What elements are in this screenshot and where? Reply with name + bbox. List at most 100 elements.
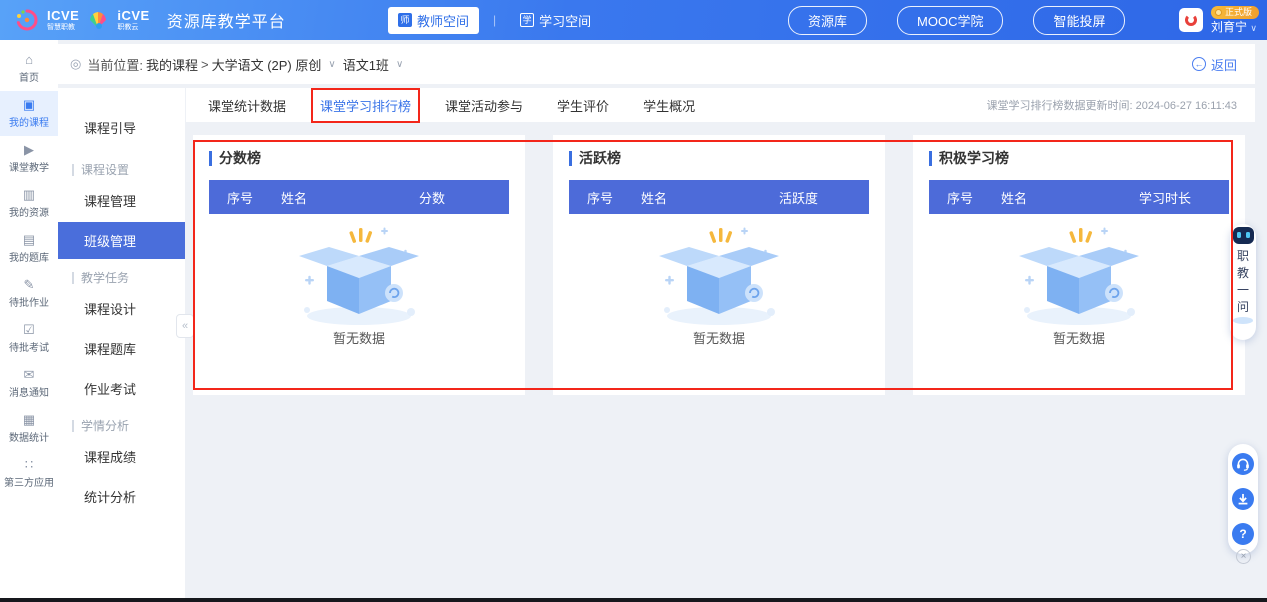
assistant-label: 职教一问 — [1236, 248, 1250, 316]
rail-label: 数据统计 — [9, 429, 49, 444]
space-nav: 师 教师空间 | 学 学习空间 — [388, 0, 601, 40]
avatar-logo-icon — [1185, 14, 1197, 26]
rail-item-notifications[interactable]: ✉ 消息通知 — [0, 361, 58, 406]
tab-classroom-statistics[interactable]: 课堂统计数据 — [208, 96, 286, 115]
user-name[interactable]: 刘育宁 ∨ — [1211, 20, 1257, 34]
breadcrumb-course[interactable]: 大学语文 (2P) 原创 — [212, 55, 322, 74]
tab-activity-participation[interactable]: 课堂活动参与 — [445, 96, 523, 115]
nav-learning-space[interactable]: 学 学习空间 — [510, 7, 601, 34]
rail-item-question-bank[interactable]: ▤ 我的题库 — [0, 226, 58, 271]
question-mark-icon: ? — [1239, 527, 1246, 541]
nav-teacher-space[interactable]: 师 教师空间 — [388, 7, 479, 34]
help-button[interactable]: ? — [1232, 523, 1254, 545]
edition-badge: 正式版 — [1211, 6, 1259, 19]
learning-time-ranking-card: 积极学习榜 序号 姓名 学习时长 — [913, 135, 1245, 395]
rail-item-classroom-teaching[interactable]: ▶ 课堂教学 — [0, 136, 58, 181]
breadcrumb-location-label: 当前位置: — [87, 55, 143, 74]
close-widgets-button[interactable]: × — [1236, 549, 1251, 564]
class-caret-icon[interactable]: ∨ — [396, 59, 403, 70]
breadcrumb-root[interactable]: 我的课程 — [146, 55, 198, 74]
teacher-space-icon: 师 — [398, 13, 412, 27]
download-button[interactable] — [1232, 488, 1254, 510]
user-info: 正式版 刘育宁 ∨ — [1211, 6, 1259, 34]
sidebar-item-course-grades[interactable]: 课程成绩 — [58, 438, 185, 475]
rail-label: 第三方应用 — [4, 474, 54, 489]
ranking-cards-row: 分数榜 序号 姓名 分数 — [186, 122, 1255, 395]
sidebar-item-statistical-analysis[interactable]: 统计分析 — [58, 478, 185, 515]
score-ranking-card: 分数榜 序号 姓名 分数 — [193, 135, 525, 395]
empty-box-icon — [293, 222, 425, 326]
section-bar-icon — [72, 164, 74, 176]
title-bar-icon — [569, 151, 572, 166]
sidebar-item-course-guide[interactable]: 课程引导 — [58, 108, 185, 151]
empty-box-icon — [1013, 222, 1145, 326]
sidebar-section-teaching-tasks: 教学任务 — [58, 269, 185, 286]
rail-label: 我的课程 — [9, 114, 49, 129]
tab-student-evaluation[interactable]: 学生评价 — [557, 96, 609, 115]
column-header-score: 分数 — [419, 188, 509, 207]
user-area[interactable]: 正式版 刘育宁 ∨ — [1179, 0, 1259, 40]
assistant-tab[interactable]: 职教一问 — [1230, 224, 1256, 340]
rail-item-statistics[interactable]: ▦ 数据统计 — [0, 406, 58, 451]
rail-item-pending-homework[interactable]: ✎ 待批作业 — [0, 271, 58, 316]
courses-icon: ▣ — [23, 98, 35, 111]
column-header-activity: 活跃度 — [779, 188, 869, 207]
utility-button-stack: ? — [1228, 444, 1258, 554]
course-caret-icon[interactable]: ∨ — [328, 59, 335, 70]
rail-item-pending-exams[interactable]: ☑ 待批考试 — [0, 316, 58, 361]
resources-icon: ▥ — [23, 188, 35, 201]
empty-state-text: 暂无数据 — [333, 328, 385, 347]
column-header-name: 姓名 — [641, 188, 779, 207]
question-bank-icon: ▤ — [23, 233, 35, 246]
top-header: ICVE 智慧职教 iCVE 职教云 资源库教学平台 师 教师空间 | 学 学习… — [0, 0, 1267, 40]
column-header-name: 姓名 — [281, 188, 419, 207]
rail-item-my-courses[interactable]: ▣ 我的课程 — [0, 91, 58, 136]
avatar[interactable] — [1179, 8, 1203, 32]
tab-learning-ranking[interactable]: 课堂学习排行榜 — [320, 96, 411, 115]
sidebar-item-class-management[interactable]: 班级管理 — [58, 222, 185, 259]
empty-state: 暂无数据 — [929, 222, 1229, 347]
resource-library-button[interactable]: 资源库 — [788, 6, 867, 35]
robot-icon — [1233, 227, 1254, 244]
homework-icon: ✎ — [24, 278, 35, 291]
smart-casting-button[interactable]: 智能投屏 — [1033, 6, 1125, 35]
sidebar-item-course-question-bank[interactable]: 课程题库 — [58, 330, 185, 367]
rail-label: 消息通知 — [9, 384, 49, 399]
home-icon: ⌂ — [25, 53, 33, 66]
empty-state: 暂无数据 — [209, 222, 509, 347]
back-button[interactable]: ← 返回 — [1192, 55, 1237, 74]
table-header: 序号 姓名 学习时长 — [929, 180, 1229, 214]
sidebar-section-course-settings: 课程设置 — [58, 161, 185, 178]
table-header: 序号 姓名 活跃度 — [569, 180, 869, 214]
back-arrow-icon: ← — [1192, 57, 1206, 71]
rail-label: 待批作业 — [9, 294, 49, 309]
bottom-edge-bar — [0, 598, 1267, 602]
tab-student-overview[interactable]: 学生概况 — [643, 96, 695, 115]
sidebar-item-course-management[interactable]: 课程管理 — [58, 182, 185, 219]
location-icon: ◎ — [70, 56, 81, 72]
column-header-name: 姓名 — [1001, 188, 1139, 207]
rail-label: 首页 — [19, 69, 39, 84]
mooc-academy-button[interactable]: MOOC学院 — [897, 6, 1003, 35]
rail-item-home[interactable]: ⌂ 首页 — [0, 46, 58, 91]
sidebar-item-course-design[interactable]: 课程设计 — [58, 290, 185, 327]
section-bar-icon — [72, 420, 74, 432]
back-button-label: 返回 — [1211, 55, 1237, 74]
empty-box-icon — [653, 222, 785, 326]
nav-divider: | — [493, 13, 496, 27]
rail-item-third-party-apps[interactable]: ∷ 第三方应用 — [0, 451, 58, 496]
empty-state-text: 暂无数据 — [1053, 328, 1105, 347]
column-header-index: 序号 — [209, 188, 281, 207]
sidebar-collapse-button[interactable]: « — [176, 314, 194, 338]
tab-bar: 课堂统计数据 课堂学习排行榜 课堂活动参与 学生评价 学生概况 课堂学习排行榜数… — [186, 88, 1255, 122]
card-title: 分数榜 — [209, 148, 509, 168]
nav-learning-space-label: 学习空间 — [539, 11, 591, 30]
logo-vocational-cloud: iCVE 职教云 — [117, 9, 149, 31]
support-button[interactable] — [1232, 453, 1254, 475]
breadcrumb-class[interactable]: 语文1班 — [343, 55, 389, 74]
sidebar-item-homework-exams[interactable]: 作业考试 — [58, 370, 185, 407]
logo-area: ICVE 智慧职教 iCVE 职教云 资源库教学平台 — [14, 7, 286, 33]
rail-item-my-resources[interactable]: ▥ 我的资源 — [0, 181, 58, 226]
apps-icon: ∷ — [25, 458, 33, 471]
title-bar-icon — [209, 151, 212, 166]
